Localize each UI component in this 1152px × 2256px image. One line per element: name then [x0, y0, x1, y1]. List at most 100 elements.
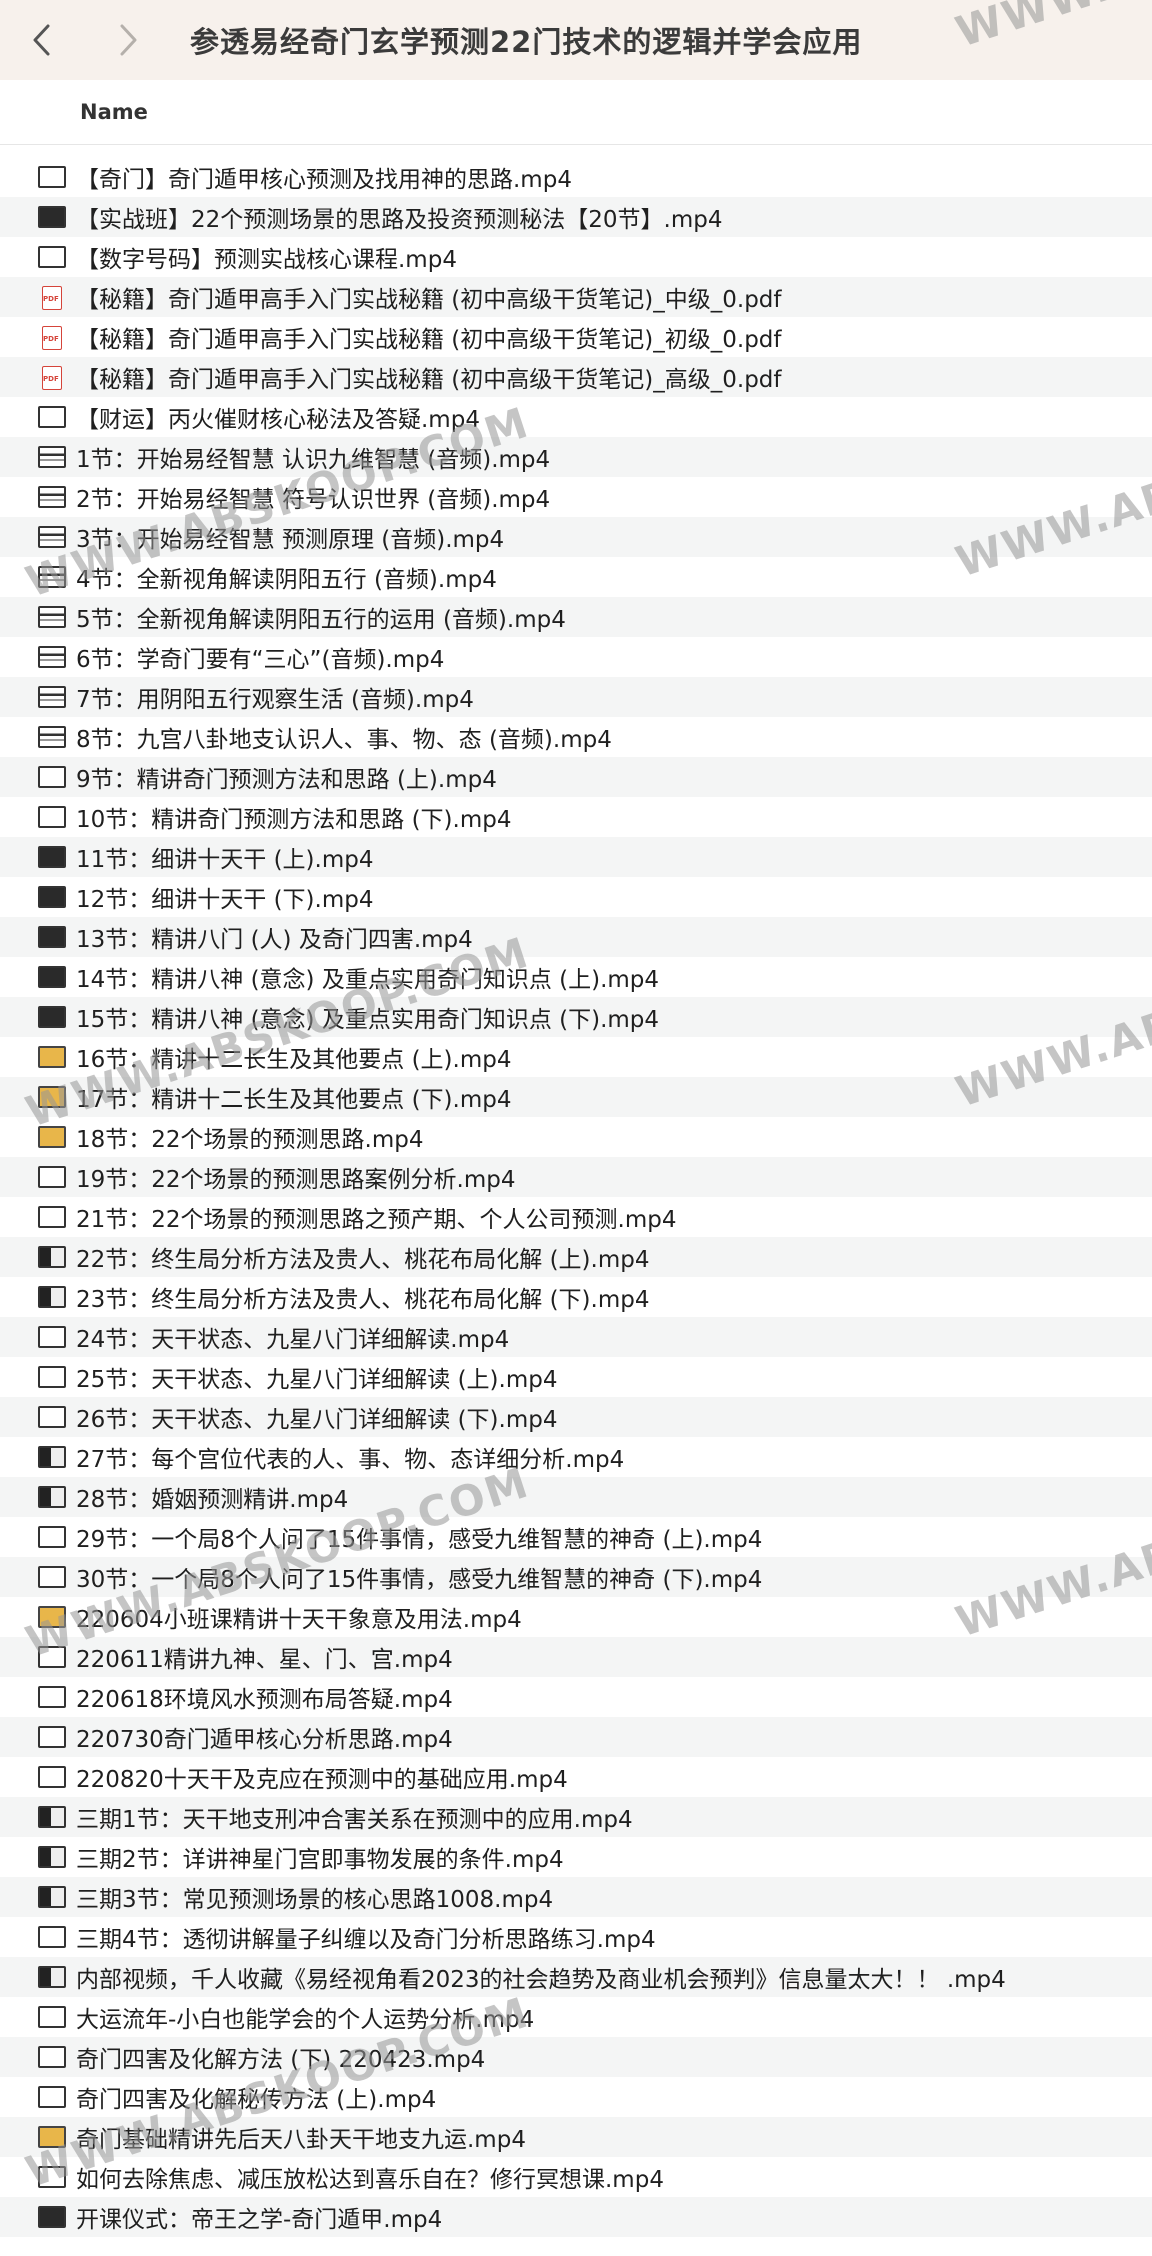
file-row[interactable]: 三期3节：常见预测场景的核心思路1008.mp4 [0, 1877, 1152, 1917]
video-icon [38, 1006, 66, 1028]
forward-button[interactable] [100, 12, 156, 68]
file-name: 17节：精讲十二长生及其他要点 (下).mp4 [76, 1087, 512, 1113]
file-row[interactable]: 13节：精讲八门 (人) 及奇门四害.mp4 [0, 917, 1152, 957]
file-name: 16节：精讲十二长生及其他要点 (上).mp4 [76, 1047, 512, 1073]
file-row[interactable]: 220604小班课精讲十天干象意及用法.mp4 [0, 1597, 1152, 1637]
file-row[interactable]: 3节：开始易经智慧 预测原理 (音频).mp4 [0, 517, 1152, 557]
file-row[interactable]: 220618环境风水预测布局答疑.mp4 [0, 1677, 1152, 1717]
video-icon [38, 2006, 66, 2028]
file-name: 23节：终生局分析方法及贵人、桃花布局化解 (下).mp4 [76, 1287, 650, 1313]
file-row[interactable]: 24节：天干状态、九星八门详细解读.mp4 [0, 1317, 1152, 1357]
video-icon [38, 166, 66, 188]
file-row[interactable]: 12节：细讲十天干 (下).mp4 [0, 877, 1152, 917]
pdf-icon [38, 366, 66, 390]
file-row[interactable]: 29节：一个局8个人问了15件事情，感受九维智慧的神奇 (上).mp4 [0, 1517, 1152, 1557]
file-name: 【秘籍】奇门遁甲高手入门实战秘籍 (初中高级干货笔记)_高级_0.pdf [76, 367, 782, 393]
file-row[interactable]: 6节：学奇门要有“三心”(音频).mp4 [0, 637, 1152, 677]
file-row[interactable]: 大运流年-小白也能学会的个人运势分析.mp4 [0, 1997, 1152, 2037]
file-row[interactable]: 奇门四害及化解方法 (下) 220423.mp4 [0, 2037, 1152, 2077]
video-icon [38, 1686, 66, 1708]
file-name: 14节：精讲八神 (意念) 及重点实用奇门知识点 (上).mp4 [76, 967, 660, 993]
video-icon [38, 526, 66, 548]
file-row[interactable]: 7节：用阴阳五行观察生活 (音频).mp4 [0, 677, 1152, 717]
video-icon [38, 566, 66, 588]
video-icon [38, 1526, 66, 1548]
file-row[interactable]: 25节：天干状态、九星八门详细解读 (上).mp4 [0, 1357, 1152, 1397]
video-icon [38, 1766, 66, 1788]
file-row[interactable]: 4节：全新视角解读阴阳五行 (音频).mp4 [0, 557, 1152, 597]
file-name: 奇门基础精讲先后天八卦天干地支九运.mp4 [76, 2127, 526, 2153]
file-row[interactable]: 26节：天干状态、九星八门详细解读 (下).mp4 [0, 1397, 1152, 1437]
file-name: 【数字号码】预测实战核心课程.mp4 [76, 247, 457, 273]
video-icon [38, 1046, 66, 1068]
file-name: 4节：全新视角解读阴阳五行 (音频).mp4 [76, 567, 497, 593]
video-icon [38, 1366, 66, 1388]
file-name: 220820十天干及克应在预测中的基础应用.mp4 [76, 1767, 568, 1793]
file-row[interactable]: 8节：九宫八卦地支认识人、事、物、态 (音频).mp4 [0, 717, 1152, 757]
file-row[interactable]: 奇门基础精讲先后天八卦天干地支九运.mp4 [0, 2117, 1152, 2157]
back-button[interactable] [14, 12, 70, 68]
file-row[interactable]: 27节：每个宫位代表的人、事、物、态详细分析.mp4 [0, 1437, 1152, 1477]
file-list: 【奇门】奇门遁甲核心预测及找用神的思路.mp4 【实战班】22个预测场景的思路及投… [0, 157, 1152, 2237]
file-row[interactable]: 18节：22个场景的预测思路.mp4 [0, 1117, 1152, 1157]
video-icon [38, 846, 66, 868]
file-row[interactable]: 14节：精讲八神 (意念) 及重点实用奇门知识点 (上).mp4 [0, 957, 1152, 997]
file-row[interactable]: 5节：全新视角解读阴阳五行的运用 (音频).mp4 [0, 597, 1152, 637]
video-icon [38, 2166, 66, 2188]
file-row[interactable]: 【实战班】22个预测场景的思路及投资预测秘法【20节】.mp4 [0, 197, 1152, 237]
file-row[interactable]: 【财运】丙火催财核心秘法及答疑.mp4 [0, 397, 1152, 437]
file-name: 21节：22个场景的预测思路之预产期、个人公司预测.mp4 [76, 1207, 677, 1233]
file-name: 2节：开始易经智慧 符号认识世界 (音频).mp4 [76, 487, 551, 513]
file-name: 19节：22个场景的预测思路案例分析.mp4 [76, 1167, 516, 1193]
file-row[interactable]: 【秘籍】奇门遁甲高手入门实战秘籍 (初中高级干货笔记)_高级_0.pdf [0, 357, 1152, 397]
file-row[interactable]: 【秘籍】奇门遁甲高手入门实战秘籍 (初中高级干货笔记)_中级_0.pdf [0, 277, 1152, 317]
file-name: 1节：开始易经智慧 认识九维智慧 (音频).mp4 [76, 447, 551, 473]
video-icon [38, 1246, 66, 1268]
file-row[interactable]: 21节：22个场景的预测思路之预产期、个人公司预测.mp4 [0, 1197, 1152, 1237]
chevron-left-icon [33, 24, 50, 56]
video-icon [38, 486, 66, 508]
file-row[interactable]: 16节：精讲十二长生及其他要点 (上).mp4 [0, 1037, 1152, 1077]
video-icon [38, 1806, 66, 1828]
video-icon [38, 1126, 66, 1148]
file-row[interactable]: 23节：终生局分析方法及贵人、桃花布局化解 (下).mp4 [0, 1277, 1152, 1317]
file-row[interactable]: 开课仪式：帝王之学-奇门遁甲.mp4 [0, 2197, 1152, 2237]
file-name: 12节：细讲十天干 (下).mp4 [76, 887, 374, 913]
file-row[interactable]: 奇门四害及化解秘传方法 (上).mp4 [0, 2077, 1152, 2117]
video-icon [38, 1486, 66, 1508]
video-icon [38, 2086, 66, 2108]
file-row[interactable]: 【秘籍】奇门遁甲高手入门实战秘籍 (初中高级干货笔记)_初级_0.pdf [0, 317, 1152, 357]
video-icon [38, 2126, 66, 2148]
file-row[interactable]: 内部视频，千人收藏《易经视角看2023的社会趋势及商业机会预判》信息量太大！！ … [0, 1957, 1152, 1997]
file-row[interactable]: 220820十天干及克应在预测中的基础应用.mp4 [0, 1757, 1152, 1797]
file-row[interactable]: 30节：一个局8个人问了15件事情，感受九维智慧的神奇 (下).mp4 [0, 1557, 1152, 1597]
file-row[interactable]: 三期2节：详讲神星门宫即事物发展的条件.mp4 [0, 1837, 1152, 1877]
video-icon [38, 1966, 66, 1988]
video-icon [38, 1646, 66, 1668]
file-row[interactable]: 2节：开始易经智慧 符号认识世界 (音频).mp4 [0, 477, 1152, 517]
video-icon [38, 1726, 66, 1748]
video-icon [38, 886, 66, 908]
file-row[interactable]: 【数字号码】预测实战核心课程.mp4 [0, 237, 1152, 277]
file-row[interactable]: 11节：细讲十天干 (上).mp4 [0, 837, 1152, 877]
video-icon [38, 966, 66, 988]
file-row[interactable]: 19节：22个场景的预测思路案例分析.mp4 [0, 1157, 1152, 1197]
file-row[interactable]: 220611精讲九神、星、门、宫.mp4 [0, 1637, 1152, 1677]
file-row[interactable]: 9节：精讲奇门预测方法和思路 (上).mp4 [0, 757, 1152, 797]
file-name: 22节：终生局分析方法及贵人、桃花布局化解 (上).mp4 [76, 1247, 650, 1273]
file-row[interactable]: 22节：终生局分析方法及贵人、桃花布局化解 (上).mp4 [0, 1237, 1152, 1277]
video-icon [38, 806, 66, 828]
file-row[interactable]: 28节：婚姻预测精讲.mp4 [0, 1477, 1152, 1517]
file-row[interactable]: 1节：开始易经智慧 认识九维智慧 (音频).mp4 [0, 437, 1152, 477]
file-row[interactable]: 三期4节：透彻讲解量子纠缠以及奇门分析思路练习.mp4 [0, 1917, 1152, 1957]
video-icon [38, 1446, 66, 1468]
file-row[interactable]: 【奇门】奇门遁甲核心预测及找用神的思路.mp4 [0, 157, 1152, 197]
file-row[interactable]: 10节：精讲奇门预测方法和思路 (下).mp4 [0, 797, 1152, 837]
file-row[interactable]: 220730奇门遁甲核心分析思路.mp4 [0, 1717, 1152, 1757]
file-row[interactable]: 三期1节：天干地支刑冲合害关系在预测中的应用.mp4 [0, 1797, 1152, 1837]
pdf-icon [38, 286, 66, 310]
file-row[interactable]: 17节：精讲十二长生及其他要点 (下).mp4 [0, 1077, 1152, 1117]
column-header-name[interactable]: Name [80, 100, 148, 124]
file-row[interactable]: 15节：精讲八神 (意念) 及重点实用奇门知识点 (下).mp4 [0, 997, 1152, 1037]
file-row[interactable]: 如何去除焦虑、减压放松达到喜乐自在？修行冥想课.mp4 [0, 2157, 1152, 2197]
